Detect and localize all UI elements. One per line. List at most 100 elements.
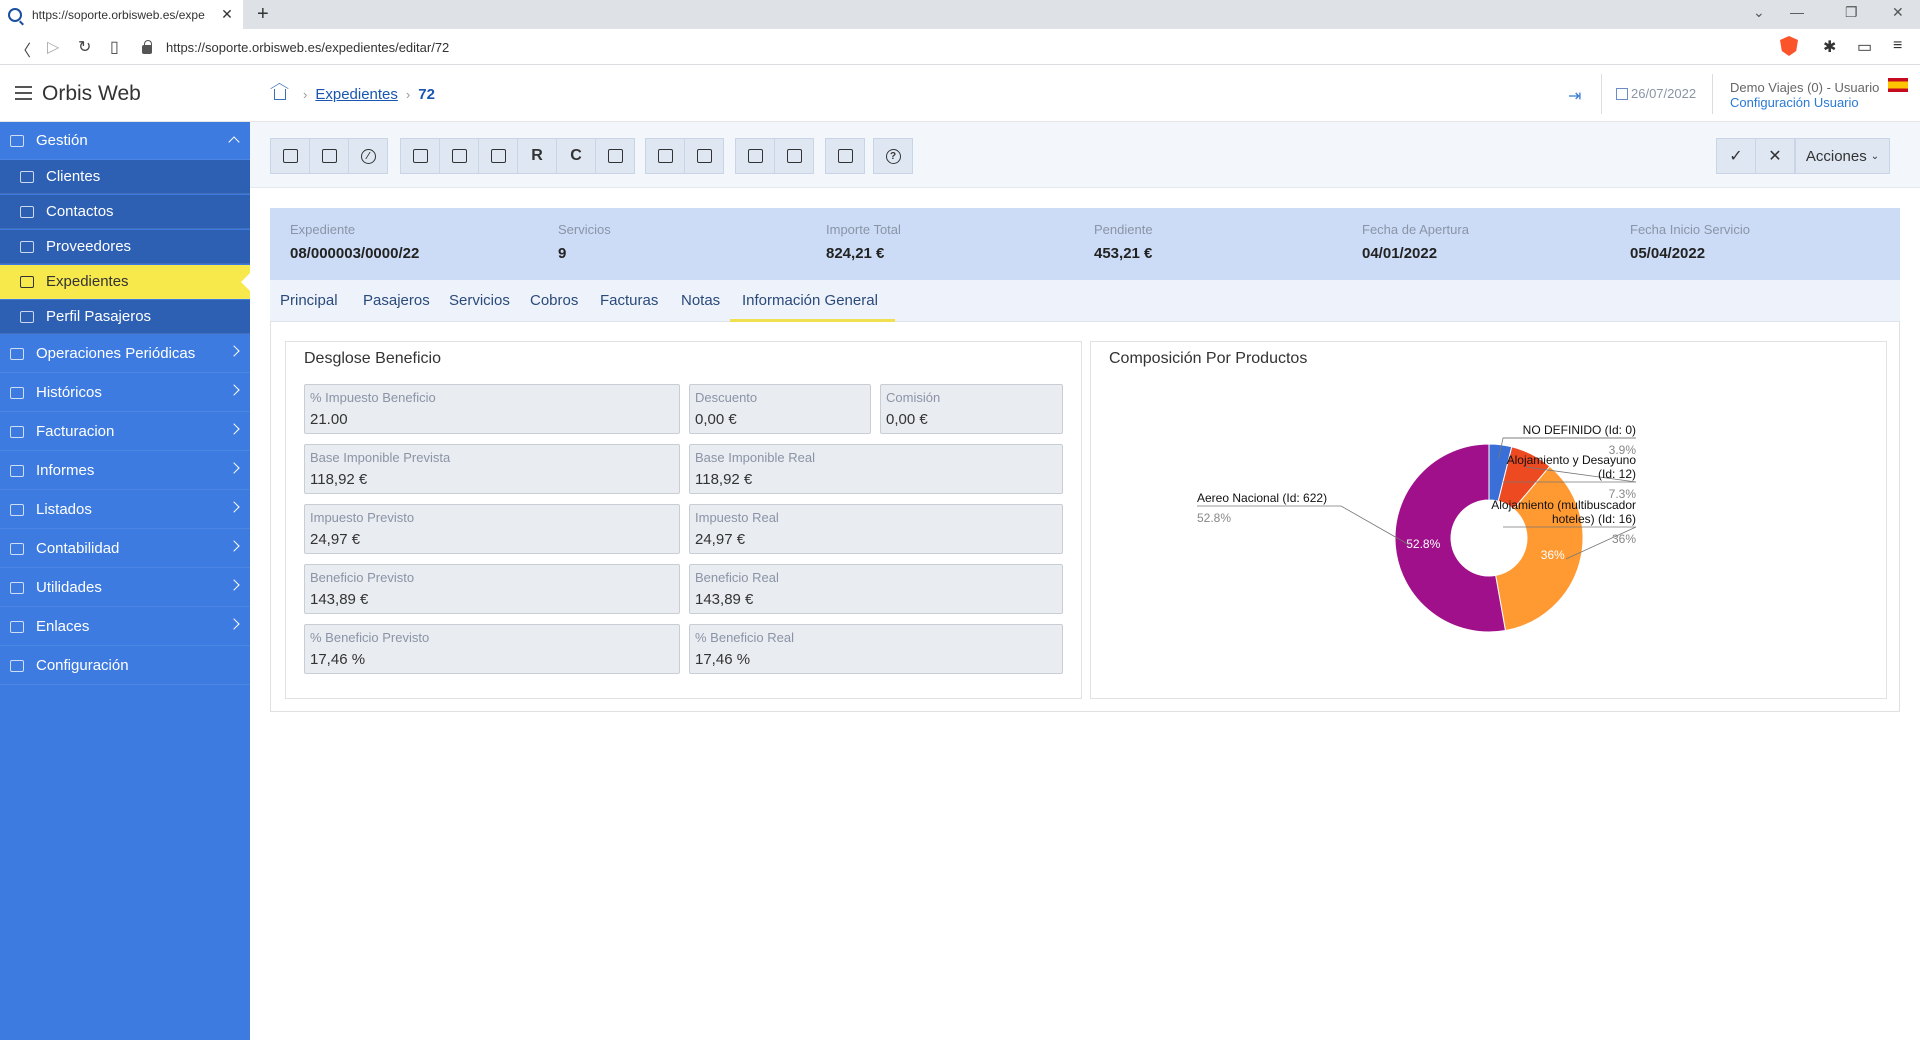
sidebar-item-contactos[interactable]: Contactos [0,195,250,229]
sidebar-item-label: Configuración [36,657,129,674]
sidebar-item-perfil-pasajeros[interactable]: Perfil Pasajeros [0,300,250,334]
field-label: Base Imponible Real [695,450,815,465]
tab-content: Desglose Beneficio % Impuesto Beneficio … [270,322,1900,712]
user-config-link[interactable]: Configuración Usuario [1730,95,1879,110]
sign-document-button[interactable] [825,138,865,174]
close-window-icon[interactable]: ✕ [1892,4,1904,21]
sidebar-item-historicos[interactable]: Históricos [0,374,250,412]
tab-informacion-general[interactable]: Información General [742,292,878,309]
spain-flag-icon[interactable] [1888,78,1908,92]
browser-menu-icon[interactable]: ≡ [1893,37,1902,55]
tab-search-icon[interactable]: ⌄ [1753,4,1765,21]
restore-icon[interactable]: ❐ [1845,4,1858,21]
field-comision[interactable]: Comisión 0,00 € [880,384,1063,434]
duplicate-document-button[interactable] [774,138,814,174]
field-label: Base Imponible Prevista [310,450,451,465]
summary-pendiente: Pendiente 453,21 € [1094,222,1153,262]
summary-value: 05/04/2022 [1630,245,1706,262]
forward-icon[interactable]: ▷ [47,37,59,57]
toolbar-group-docs [645,138,724,174]
field-base-imponible-real[interactable]: Base Imponible Real 118,92 € [689,444,1063,494]
address-bar[interactable]: https://soporte.orbisweb.es/expedientes/… [142,34,1770,60]
field-impuesto-previsto[interactable]: Impuesto Previsto 24,97 € [304,504,680,554]
calendar-check-button[interactable] [478,138,518,174]
field-porcentaje-beneficio-real[interactable]: % Beneficio Real 17,46 % [689,624,1063,674]
print-button[interactable] [439,138,479,174]
sidebar-item-clientes[interactable]: Clientes [0,160,250,194]
summary-label: Expediente [290,222,356,237]
printer-icon [451,149,467,163]
list-undo-icon [607,149,623,163]
sidebar-item-proveedores[interactable]: Proveedores [0,230,250,264]
sidebar-item-facturacion[interactable]: Facturacion [0,413,250,451]
c-button[interactable]: C [556,138,596,174]
add-document-button[interactable] [735,138,775,174]
transfer-button[interactable] [400,138,440,174]
sidebar-item-listados[interactable]: Listados [0,491,250,529]
field-value: 0,00 € [695,411,737,428]
field-value: 24,97 € [695,531,746,548]
back-icon[interactable]: 〈 [15,37,31,61]
minimize-icon[interactable]: — [1790,4,1804,20]
copy-button[interactable] [309,138,349,174]
invoice-user-icon [696,149,712,163]
field-impuesto-beneficio[interactable]: % Impuesto Beneficio 21.00 [304,384,680,434]
sidebar-item-operaciones-periodicas[interactable]: Operaciones Periódicas [0,335,250,373]
history-button[interactable] [595,138,635,174]
summary-servicios: Servicios 9 [558,222,611,262]
field-porcentaje-beneficio-previsto[interactable]: % Beneficio Previsto 17,46 % [304,624,680,674]
close-button[interactable]: ✕ [1755,138,1795,174]
summary-fecha-inicio: Fecha Inicio Servicio 05/04/2022 [1630,222,1750,262]
sidebar-item-contabilidad[interactable]: Contabilidad [0,530,250,568]
panel-title: Desglose Beneficio [304,350,441,367]
extensions-icon[interactable]: ✱ [1823,37,1836,57]
field-beneficio-real[interactable]: Beneficio Real 143,89 € [689,564,1063,614]
sidebar-item-expedientes[interactable]: Expedientes [0,265,250,299]
sidebar-item-informes[interactable]: Informes [0,452,250,490]
open-folder-button[interactable] [270,138,310,174]
cancel-button[interactable]: ⁄ [348,138,388,174]
question-icon: ? [885,148,901,164]
new-tab-icon[interactable]: + [257,3,269,26]
tab-principal[interactable]: Principal [280,292,338,309]
reload-icon[interactable]: ↻ [78,37,91,57]
tab-cobros[interactable]: Cobros [530,292,578,309]
sidebar-item-configuracion[interactable]: Configuración [0,647,250,685]
home-icon[interactable] [274,89,286,100]
accept-button[interactable]: ✓ [1716,138,1756,174]
sidebar-item-label: Utilidades [36,579,102,596]
r-button[interactable]: R [517,138,557,174]
toolbar: ⁄ R C ? ✓ ✕ Acciones ⌄ [250,122,1920,188]
sidebar-item-utilidades[interactable]: Utilidades [0,569,250,607]
invoice-settings-button[interactable] [645,138,685,174]
invoice-user-button[interactable] [684,138,724,174]
tools-icon [10,582,24,594]
hamburger-menu-icon[interactable] [15,86,32,100]
sidebar-item-gestion[interactable]: Gestión [0,122,250,160]
gear-icon [10,660,24,672]
breadcrumb-current: 72 [418,86,435,103]
breadcrumb-expedientes-link[interactable]: Expedientes [315,86,398,103]
browser-tab[interactable]: https://soporte.orbisweb.es/expe ✕ [0,0,243,29]
summary-value: 08/000003/0000/22 [290,245,420,262]
sidebar-item-enlaces[interactable]: Enlaces [0,608,250,646]
tab-servicios[interactable]: Servicios [449,292,510,309]
close-tab-icon[interactable]: ✕ [219,6,235,23]
field-descuento[interactable]: Descuento 0,00 € [689,384,871,434]
help-button[interactable]: ? [873,138,913,174]
field-impuesto-real[interactable]: Impuesto Real 24,97 € [689,504,1063,554]
summary-fecha-apertura: Fecha de Apertura 04/01/2022 [1362,222,1469,262]
acciones-dropdown[interactable]: Acciones ⌄ [1795,138,1890,174]
tab-facturas[interactable]: Facturas [600,292,658,309]
logout-icon[interactable]: ⇥ [1568,86,1581,106]
summary-expediente: Expediente 08/000003/0000/22 [290,222,419,262]
field-base-imponible-prevista[interactable]: Base Imponible Prevista 118,92 € [304,444,680,494]
tab-pasajeros[interactable]: Pasajeros [363,292,430,309]
chevron-up-icon [228,136,240,148]
tab-notas[interactable]: Notas [681,292,720,309]
sidebar-item-label: Gestión [36,132,88,149]
wallet-icon[interactable]: ▭ [1857,37,1872,57]
bookmark-icon[interactable]: ▯ [110,37,119,57]
toolbar-group-actions: R C [400,138,635,174]
field-beneficio-previsto[interactable]: Beneficio Previsto 143,89 € [304,564,680,614]
